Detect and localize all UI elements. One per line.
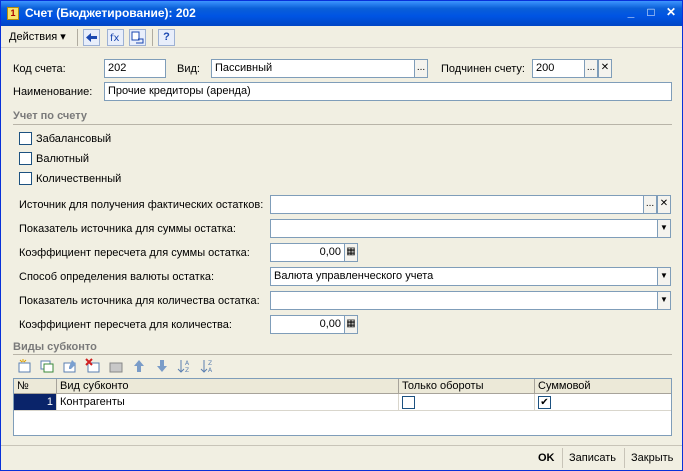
- parent-clear-button[interactable]: ✕: [598, 59, 612, 78]
- subconto-section-title: Виды субконто: [13, 341, 97, 353]
- svg-text:Z: Z: [208, 360, 212, 367]
- off-balance-label: Забалансовый: [36, 133, 112, 145]
- column-header-kind[interactable]: Вид субконто: [57, 379, 399, 394]
- svg-text:Z: Z: [185, 367, 189, 374]
- type-select-button[interactable]: ...: [414, 59, 428, 78]
- calculator-icon[interactable]: ▦: [344, 243, 358, 262]
- help-icon[interactable]: ?: [158, 29, 175, 46]
- sum-indicator-dropdown-icon[interactable]: ▼: [657, 219, 671, 238]
- qty-coef-field[interactable]: 0,00: [270, 315, 345, 334]
- toolbar-separator: [152, 29, 153, 46]
- window-title: Счет (Бюджетирование): 202: [25, 6, 196, 20]
- toolbar-separator: [77, 29, 78, 46]
- currency-label: Валютный: [36, 153, 90, 165]
- quantity-label: Количественный: [36, 173, 122, 185]
- footer-separator: [624, 448, 625, 468]
- section-divider: [13, 124, 672, 125]
- transfer-icon[interactable]: [129, 29, 146, 46]
- quantity-checkbox[interactable]: [19, 172, 32, 185]
- calculator-icon[interactable]: ▦: [344, 315, 358, 334]
- move-down-icon[interactable]: [154, 358, 170, 374]
- sum-checkbox[interactable]: ✔: [538, 396, 551, 409]
- qty-indicator-field[interactable]: [270, 291, 658, 310]
- minimize-button[interactable]: _: [623, 5, 639, 21]
- sum-indicator-label: Показатель источника для суммы остатка:: [19, 223, 236, 235]
- qty-indicator-dropdown-icon[interactable]: ▼: [657, 291, 671, 310]
- off-balance-checkbox[interactable]: [19, 132, 32, 145]
- name-label: Наименование:: [13, 86, 93, 98]
- subconto-table[interactable]: № Вид субконто Только обороты Суммовой 1…: [13, 378, 672, 436]
- name-field[interactable]: Прочие кредиторы (аренда): [104, 82, 672, 101]
- ok-button[interactable]: OK: [538, 452, 555, 464]
- svg-text:A: A: [185, 360, 190, 367]
- sort-descending-icon[interactable]: ZA: [200, 358, 216, 374]
- delete-row-icon[interactable]: [85, 358, 101, 374]
- accounting-section-title: Учет по счету: [13, 110, 88, 122]
- column-header-sum[interactable]: Суммовой: [535, 379, 671, 394]
- footer-separator: [562, 448, 563, 468]
- source-field[interactable]: [270, 195, 644, 214]
- end-edit-icon[interactable]: [108, 358, 124, 374]
- qty-coef-label: Коэффициент пересчета для количества:: [19, 319, 232, 331]
- only-turnover-checkbox[interactable]: [402, 396, 415, 409]
- parent-field[interactable]: 200: [532, 59, 585, 78]
- type-field[interactable]: Пассивный: [211, 59, 415, 78]
- move-up-icon[interactable]: [131, 358, 147, 374]
- table-row-sum[interactable]: ✔: [535, 394, 671, 411]
- arrow-left-icon[interactable]: [83, 29, 100, 46]
- sum-coef-field[interactable]: 0,00: [270, 243, 345, 262]
- source-label: Источник для получения фактических остат…: [19, 199, 264, 211]
- parent-select-button[interactable]: ...: [584, 59, 598, 78]
- column-header-only-turnover[interactable]: Только обороты: [399, 379, 535, 394]
- close-button[interactable]: ✕: [663, 5, 679, 21]
- type-label: Вид:: [177, 63, 200, 75]
- currency-method-field[interactable]: Валюта управленческого учета: [270, 267, 658, 286]
- toolbar: Действия ▾ fx ?: [1, 26, 682, 48]
- currency-method-label: Способ определения валюты остатка:: [19, 271, 215, 283]
- parent-label: Подчинен счету:: [441, 63, 525, 75]
- table-row-kind[interactable]: Контрагенты: [57, 394, 399, 411]
- app-icon: 1: [7, 7, 19, 20]
- svg-text:fx: fx: [110, 33, 120, 44]
- currency-checkbox[interactable]: [19, 152, 32, 165]
- section-divider: [13, 354, 672, 355]
- currency-method-dropdown-icon[interactable]: ▼: [657, 267, 671, 286]
- source-select-button[interactable]: ...: [643, 195, 657, 214]
- code-label: Код счета:: [13, 63, 66, 75]
- formula-icon[interactable]: fx: [107, 29, 124, 46]
- source-clear-button[interactable]: ✕: [657, 195, 671, 214]
- code-field[interactable]: 202: [104, 59, 166, 78]
- sort-ascending-icon[interactable]: AZ: [177, 358, 193, 374]
- maximize-button[interactable]: □: [643, 5, 659, 21]
- svg-text:A: A: [208, 367, 213, 374]
- save-button[interactable]: Записать: [569, 452, 616, 464]
- title-bar[interactable]: 1 Счет (Бюджетирование): 202 _ □ ✕: [1, 1, 682, 26]
- actions-menu[interactable]: Действия ▾: [9, 30, 66, 43]
- account-window: 1 Счет (Бюджетирование): 202 _ □ ✕ Дейст…: [0, 0, 683, 471]
- table-row-only-turnover[interactable]: [399, 394, 535, 411]
- sum-coef-label: Коэффициент пересчета для суммы остатка:: [19, 247, 250, 259]
- add-row-icon[interactable]: [16, 358, 32, 374]
- table-row-num[interactable]: 1: [14, 394, 57, 411]
- close-form-button[interactable]: Закрыть: [631, 452, 673, 464]
- footer-divider: [1, 445, 682, 446]
- copy-row-icon[interactable]: [39, 358, 55, 374]
- qty-indicator-label: Показатель источника для количества оста…: [19, 295, 260, 307]
- sum-indicator-field[interactable]: [270, 219, 658, 238]
- edit-row-icon[interactable]: [62, 358, 78, 374]
- column-header-num[interactable]: №: [14, 379, 57, 394]
